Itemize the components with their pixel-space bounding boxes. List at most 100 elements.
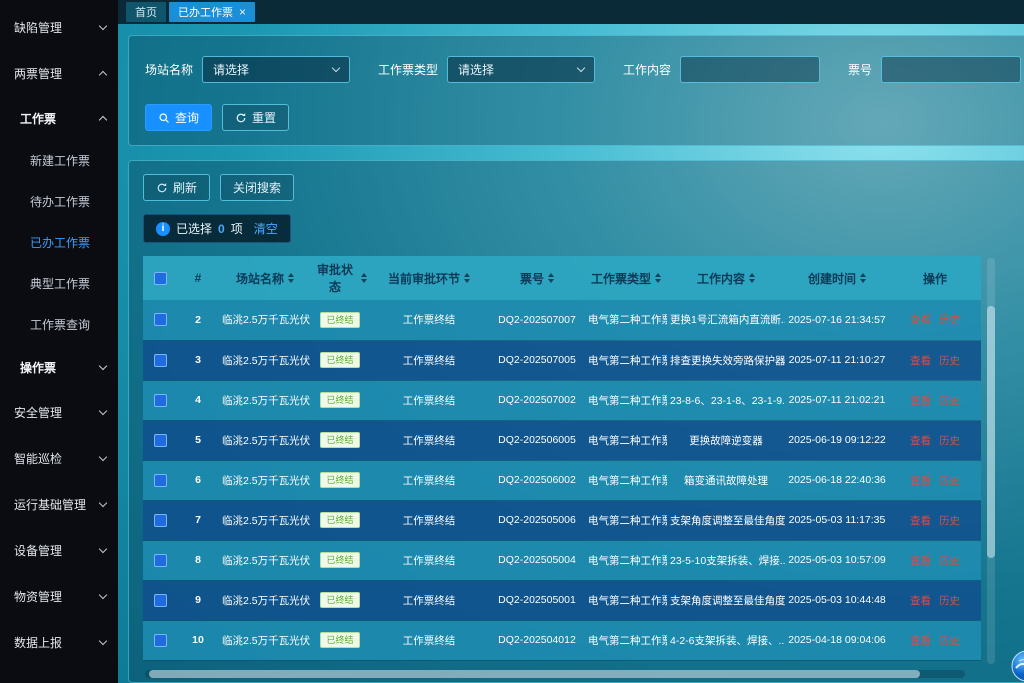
chevron-down-icon: [99, 406, 107, 414]
sort-icon[interactable]: [548, 273, 554, 283]
history-link[interactable]: 历史: [939, 635, 960, 647]
sidebar-item-8[interactable]: 操作票: [0, 345, 118, 389]
column-header[interactable]: 创建时间: [785, 256, 889, 300]
horizontal-scrollbar[interactable]: [145, 670, 965, 678]
view-link[interactable]: 查看: [910, 635, 931, 647]
column-header[interactable]: 票号: [489, 256, 585, 300]
sidebar-item-3[interactable]: 新建工作票: [0, 140, 118, 181]
chevron-down-icon: [99, 498, 107, 506]
column-header[interactable]: 当前审批环节: [369, 256, 489, 300]
sidebar-item-6[interactable]: 典型工作票: [0, 263, 118, 304]
row-checkbox[interactable]: [154, 474, 167, 487]
sort-icon[interactable]: [361, 273, 367, 283]
sidebar-item-7[interactable]: 工作票查询: [0, 304, 118, 345]
column-header-label: #: [195, 271, 202, 285]
sidebar-item-0[interactable]: 缺陷管理: [0, 4, 118, 50]
cell-step: 工作票终结: [369, 420, 489, 460]
view-link[interactable]: 查看: [910, 595, 931, 607]
vertical-scrollbar-thumb[interactable]: [987, 306, 995, 558]
view-link[interactable]: 查看: [910, 475, 931, 487]
column-header[interactable]: 工作内容: [667, 256, 785, 300]
cell-step: 工作票终结: [369, 460, 489, 500]
close-search-button[interactable]: 关闭搜索: [220, 174, 294, 201]
history-link[interactable]: 历史: [939, 515, 960, 527]
row-checkbox[interactable]: [154, 354, 167, 367]
refresh-button[interactable]: 刷新: [143, 174, 210, 201]
app-window: 缺陷管理两票管理工作票新建工作票待办工作票已办工作票典型工作票工作票查询操作票安…: [0, 0, 1024, 683]
row-checkbox[interactable]: [154, 634, 167, 647]
cell-type: 电气第二种工作票: [585, 620, 667, 660]
view-link[interactable]: 查看: [910, 435, 931, 447]
sort-icon[interactable]: [860, 273, 866, 283]
cell-index: 10: [177, 620, 219, 660]
sidebar-item-4[interactable]: 待办工作票: [0, 181, 118, 222]
column-header[interactable]: 工作票类型: [585, 256, 667, 300]
cell-created: 2025-06-18 22:40:36: [785, 460, 889, 500]
sort-icon[interactable]: [655, 273, 661, 283]
work-content-input[interactable]: [680, 56, 820, 83]
select-all-checkbox[interactable]: [154, 272, 167, 285]
sidebar-item-2[interactable]: 工作票: [0, 96, 118, 140]
cell-step: 工作票终结: [369, 340, 489, 380]
cell-content: 支架角度调整至最佳角度: [667, 580, 785, 620]
view-link[interactable]: 查看: [910, 395, 931, 407]
horizontal-scrollbar-thumb[interactable]: [149, 670, 920, 678]
sidebar-item-11[interactable]: 运行基础管理: [0, 481, 118, 527]
sidebar-item-label: 设备管理: [14, 542, 62, 559]
row-checkbox[interactable]: [154, 313, 167, 326]
row-checkbox[interactable]: [154, 434, 167, 447]
sidebar-item-10[interactable]: 智能巡检: [0, 435, 118, 481]
history-link[interactable]: 历史: [939, 395, 960, 407]
view-link[interactable]: 查看: [910, 355, 931, 367]
table-panel: 刷新 关闭搜索 i 已选择 0 项 清空: [128, 160, 1024, 683]
column-header[interactable]: 审批状态: [311, 256, 369, 300]
sidebar-item-12[interactable]: 设备管理: [0, 527, 118, 573]
column-header: 操作: [889, 256, 981, 300]
chevron-down-icon: [99, 452, 107, 460]
view-link[interactable]: 查看: [910, 515, 931, 527]
table-row: 4临洮2.5万千瓦光伏电...已终结工作票终结DQ2-202507002电气第二…: [143, 380, 981, 420]
ticket-type-select[interactable]: 请选择: [447, 56, 595, 83]
globe-logo[interactable]: [1010, 649, 1024, 683]
reset-button[interactable]: 重置: [222, 104, 289, 131]
table-header-row: # 场站名称审批状态当前审批环节票号工作票类型工作内容创建时间操作: [143, 256, 981, 300]
chevron-up-icon: [99, 70, 107, 78]
sidebar-item-14[interactable]: 数据上报: [0, 619, 118, 665]
sidebar-item-9[interactable]: 安全管理: [0, 389, 118, 435]
history-link[interactable]: 历史: [939, 314, 960, 326]
history-link[interactable]: 历史: [939, 355, 960, 367]
cell-step: 工作票终结: [369, 500, 489, 540]
sidebar-item-5[interactable]: 已办工作票: [0, 222, 118, 263]
sort-icon[interactable]: [464, 273, 470, 283]
view-link[interactable]: 查看: [910, 314, 931, 326]
cell-ticket: DQ2-202505001: [489, 580, 585, 620]
sort-icon[interactable]: [288, 273, 294, 283]
history-link[interactable]: 历史: [939, 595, 960, 607]
sidebar-item-1[interactable]: 两票管理: [0, 50, 118, 96]
history-link[interactable]: 历史: [939, 555, 960, 567]
row-checkbox[interactable]: [154, 554, 167, 567]
cell-content: 23-5-10支架拆装、焊接...: [667, 540, 785, 580]
vertical-scrollbar[interactable]: [987, 258, 995, 664]
sort-icon[interactable]: [749, 273, 755, 283]
view-link[interactable]: 查看: [910, 555, 931, 567]
close-tab-icon[interactable]: ×: [239, 6, 246, 18]
tab-0[interactable]: 首页: [126, 2, 166, 22]
ticket-number-input[interactable]: [881, 56, 1021, 83]
sidebar-item-13[interactable]: 物资管理: [0, 573, 118, 619]
tab-1[interactable]: 已办工作票×: [169, 2, 255, 22]
query-button[interactable]: 查询: [145, 104, 212, 131]
cell-station: 临洮2.5万千瓦光伏电...: [219, 500, 311, 540]
history-link[interactable]: 历史: [939, 475, 960, 487]
row-checkbox[interactable]: [154, 394, 167, 407]
history-link[interactable]: 历史: [939, 435, 960, 447]
search-buttons: 查询 重置: [145, 104, 1021, 131]
column-header[interactable]: 场站名称: [219, 256, 311, 300]
row-checkbox[interactable]: [154, 514, 167, 527]
station-name-select[interactable]: 请选择: [202, 56, 350, 83]
row-checkbox[interactable]: [154, 594, 167, 607]
cell-operations: 查看历史: [889, 540, 981, 580]
clear-selection-link[interactable]: 清空: [254, 220, 278, 237]
sidebar-item-label: 待办工作票: [30, 193, 90, 210]
column-header-label: 工作票类型: [591, 270, 651, 287]
